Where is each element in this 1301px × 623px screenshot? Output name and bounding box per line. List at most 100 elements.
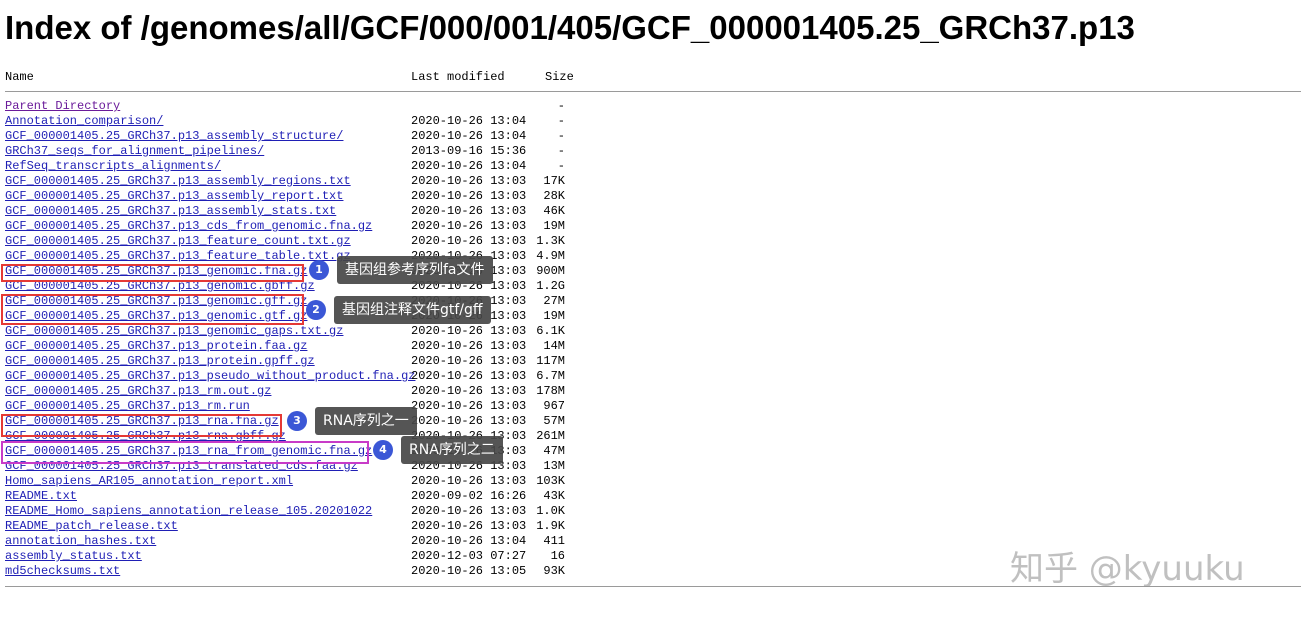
file-link[interactable]: GCF_000001405.25_GRCh37.p13_assembly_str… [5,129,343,144]
header-divider [5,91,1301,92]
file-link[interactable]: README_patch_release.txt [5,519,178,534]
size-cell: 6.1K [536,324,565,338]
table-row: README.txt 2020-09-02 16:26 43K [0,489,1301,504]
file-link[interactable]: GCF_000001405.25_GRCh37.p13_pseudo_witho… [5,369,415,384]
size-cell: 900M [536,264,565,278]
table-row: GRCh37_seqs_for_alignment_pipelines/2013… [0,144,1301,159]
annotation-label-4: RNA序列之二 [401,436,503,464]
file-link[interactable]: GCF_000001405.25_GRCh37.p13_protein.faa.… [5,339,307,354]
file-link[interactable]: annotation_hashes.txt [5,534,156,549]
last-modified-cell: 2020-10-26 13:04 [411,159,527,173]
highlight-box-rna-from-genomic [1,441,369,464]
last-modified-cell: 2020-10-26 13:03 [411,174,527,188]
size-cell: 117M [536,354,565,368]
annotation-label-2: 基因组注释文件gtf/gff [334,296,491,324]
size-cell: 47M [543,444,565,458]
last-modified-cell: 2020-10-26 13:03 [411,399,527,413]
file-link[interactable]: GCF_000001405.25_GRCh37.p13_genomic_gaps… [5,324,343,339]
file-link[interactable]: Homo_sapiens_AR105_annotation_report.xml [5,474,293,489]
last-modified-cell: 2020-10-26 13:03 [411,414,527,428]
size-cell: 967 [543,399,565,413]
size-cell: - [557,114,565,128]
highlight-box-genomic-fna [1,264,304,282]
table-row: GCF_000001405.25_GRCh37.p13_feature_tabl… [0,249,1301,264]
page-title: Index of /genomes/all/GCF/000/001/405/GC… [5,9,1135,46]
file-link[interactable]: md5checksums.txt [5,564,120,579]
last-modified-cell: 2013-09-16 15:36 [411,144,527,158]
table-row: README_Homo_sapiens_annotation_release_1… [0,504,1301,519]
annotation-label-3: RNA序列之一 [315,407,417,435]
table-row: GCF_000001405.25_GRCh37.p13_protein.gpff… [0,354,1301,369]
column-header-name[interactable]: Name [5,70,34,84]
size-cell: 46K [543,204,565,218]
last-modified-cell: 2020-10-26 13:05 [411,564,527,578]
highlight-box-rna-fna [1,414,282,437]
annotation-badge-4: 4 [373,440,393,460]
last-modified-cell: 2020-09-02 16:26 [411,489,527,503]
size-cell: 19M [543,309,565,323]
size-cell: 28K [543,189,565,203]
size-cell: 13M [543,459,565,473]
table-row: README_patch_release.txt 2020-10-26 13:03… [0,519,1301,534]
last-modified-cell: 2020-10-26 13:03 [411,324,527,338]
file-link[interactable]: assembly_status.txt [5,549,142,564]
size-cell: - [557,144,565,158]
file-link[interactable]: GCF_000001405.25_GRCh37.p13_assembly_rep… [5,189,343,204]
parent-directory-row: Parent Directory - [0,99,1301,114]
size-cell: 1.0K [536,504,565,518]
table-row: GCF_000001405.25_GRCh37.p13_assembly_sta… [0,204,1301,219]
last-modified-cell: 2020-10-26 13:03 [411,339,527,353]
file-link[interactable]: GCF_000001405.25_GRCh37.p13_rm.run [5,399,250,414]
size-cell: 1.2G [536,279,565,293]
file-link[interactable]: RefSeq_transcripts_alignments/ [5,159,221,174]
file-link[interactable]: GCF_000001405.25_GRCh37.p13_assembly_reg… [5,174,351,189]
size-cell: 178M [536,384,565,398]
last-modified-cell: 2020-10-26 13:03 [411,474,527,488]
file-link[interactable]: GCF_000001405.25_GRCh37.p13_feature_tabl… [5,249,351,264]
size-cell: - [557,159,565,173]
table-row: Homo_sapiens_AR105_annotation_report.xml… [0,474,1301,489]
last-modified-cell: 2020-10-26 13:03 [411,189,527,203]
last-modified-cell: 2020-12-03 07:27 [411,549,527,563]
last-modified-cell: 2020-10-26 13:04 [411,114,527,128]
table-row: GCF_000001405.25_GRCh37.p13_feature_coun… [0,234,1301,249]
table-row: GCF_000001405.25_GRCh37.p13_rm.out.gz 202… [0,384,1301,399]
size-cell: 261M [536,429,565,443]
column-header-size[interactable]: Size [545,70,574,84]
size-cell: - [557,129,565,143]
last-modified-cell: 2020-10-26 13:03 [411,369,527,383]
table-row: GCF_000001405.25_GRCh37.p13_protein.faa.… [0,339,1301,354]
watermark: 知乎 @kyuuku [1010,549,1245,589]
size-cell: 43K [543,489,565,503]
size-cell: 16 [550,549,565,563]
table-row: GCF_000001405.25_GRCh37.p13_cds_from_gen… [0,219,1301,234]
table-row: Annotation_comparison/2020-10-26 13:04 - [0,114,1301,129]
annotation-badge-2: 2 [306,300,326,320]
highlight-box-genomic-gff-gtf [1,294,304,325]
size-cell: - [557,99,565,113]
size-cell: 17K [543,174,565,188]
file-link[interactable]: Annotation_comparison/ [5,114,163,129]
file-link[interactable]: GCF_000001405.25_GRCh37.p13_rm.out.gz [5,384,271,399]
file-link[interactable]: GRCh37_seqs_for_alignment_pipelines/ [5,144,264,159]
parent-directory-link[interactable]: Parent Directory [5,99,120,114]
column-header-last-modified[interactable]: Last modified [411,70,505,84]
table-row: GCF_000001405.25_GRCh37.p13_assembly_str… [0,129,1301,144]
size-cell: 57M [543,414,565,428]
table-row: GCF_000001405.25_GRCh37.p13_assembly_reg… [0,174,1301,189]
size-cell: 27M [543,294,565,308]
file-link[interactable]: GCF_000001405.25_GRCh37.p13_cds_from_gen… [5,219,372,234]
file-link[interactable]: GCF_000001405.25_GRCh37.p13_assembly_sta… [5,204,336,219]
last-modified-cell: 2020-10-26 13:03 [411,234,527,248]
size-cell: 93K [543,564,565,578]
file-link[interactable]: GCF_000001405.25_GRCh37.p13_protein.gpff… [5,354,315,369]
file-link[interactable]: GCF_000001405.25_GRCh37.p13_feature_coun… [5,234,351,249]
size-cell: 19M [543,219,565,233]
annotation-label-1: 基因组参考序列fa文件 [337,256,493,284]
file-link[interactable]: README.txt [5,489,77,504]
size-cell: 1.3K [536,234,565,248]
file-link[interactable]: README_Homo_sapiens_annotation_release_1… [5,504,372,519]
annotation-badge-1: 1 [309,260,329,280]
last-modified-cell: 2020-10-26 13:03 [411,219,527,233]
last-modified-cell: 2020-10-26 13:03 [411,354,527,368]
